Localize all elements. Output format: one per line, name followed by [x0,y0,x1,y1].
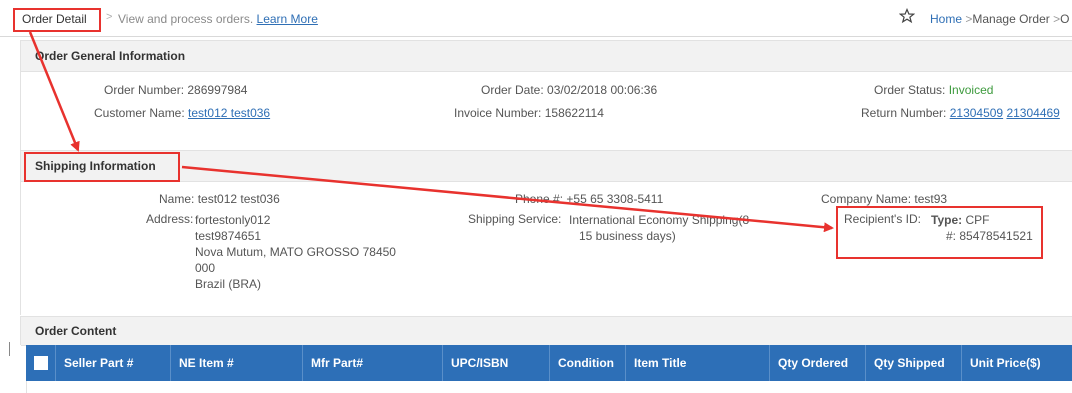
arrow-to-recipient [181,165,834,233]
arrow-to-shipping [28,31,80,152]
annotation-arrows [28,31,834,233]
